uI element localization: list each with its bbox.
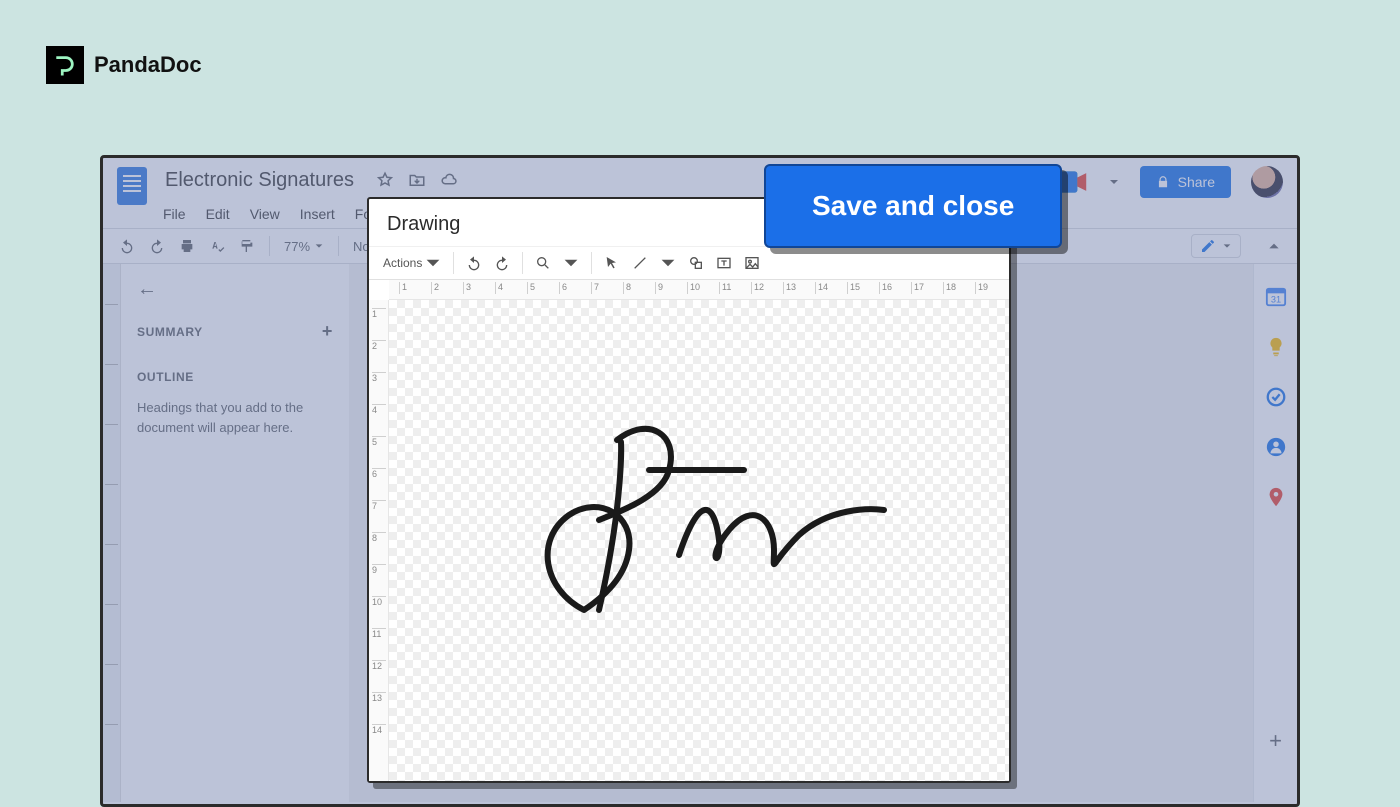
save-and-close-button[interactable]: Save and close xyxy=(764,164,1062,248)
pandadoc-logo: PandaDoc xyxy=(46,46,202,84)
menu-edit[interactable]: Edit xyxy=(206,206,230,222)
shape-tool-icon[interactable] xyxy=(688,255,704,271)
drawing-vertical-ruler: 1234567891011121314 xyxy=(369,300,389,781)
chevron-down-icon[interactable] xyxy=(660,255,676,271)
share-button[interactable]: Share xyxy=(1140,166,1231,198)
cloud-saved-icon[interactable] xyxy=(440,171,458,189)
zoom-dropdown[interactable]: 77% xyxy=(284,239,324,254)
chevron-down-icon[interactable] xyxy=(563,255,579,271)
drawing-horizontal-ruler: 12345678910111213141516171819 xyxy=(389,280,1009,300)
print-icon[interactable] xyxy=(179,238,195,254)
caret-down-icon xyxy=(425,255,441,271)
editing-mode-dropdown[interactable] xyxy=(1191,234,1241,258)
menu-file[interactable]: File xyxy=(163,206,186,222)
image-tool-icon[interactable] xyxy=(744,255,760,271)
menu-view[interactable]: View xyxy=(250,206,280,222)
signature-drawing xyxy=(529,400,889,620)
user-avatar[interactable] xyxy=(1251,166,1283,198)
vertical-ruler xyxy=(103,264,121,802)
star-icon[interactable] xyxy=(376,171,394,189)
keep-icon[interactable] xyxy=(1265,336,1287,358)
drawing-canvas[interactable] xyxy=(389,300,1009,781)
contacts-icon[interactable] xyxy=(1265,436,1287,458)
drawing-dialog: Drawing Actions 123456789101112131415161… xyxy=(367,197,1011,783)
pandadoc-name: PandaDoc xyxy=(94,52,202,78)
document-title[interactable]: Electronic Signatures xyxy=(165,169,354,192)
outline-label: OUTLINE xyxy=(137,370,333,384)
move-folder-icon[interactable] xyxy=(408,171,426,189)
select-tool-icon[interactable] xyxy=(604,255,620,271)
add-summary-icon[interactable]: + xyxy=(322,321,333,342)
title-action-icons xyxy=(376,171,458,189)
chevron-down-icon xyxy=(314,241,324,251)
tasks-icon[interactable] xyxy=(1265,386,1287,408)
pencil-icon xyxy=(1200,238,1216,254)
back-arrow-icon[interactable]: ← xyxy=(137,278,157,301)
outline-empty-text: Headings that you add to the document wi… xyxy=(137,398,333,437)
lock-icon xyxy=(1156,175,1170,189)
menu-insert[interactable]: Insert xyxy=(300,206,335,222)
add-addon-icon[interactable]: + xyxy=(1269,728,1282,754)
pandadoc-mark-icon xyxy=(46,46,84,84)
textbox-tool-icon[interactable] xyxy=(716,255,732,271)
side-panel: 31 + xyxy=(1253,264,1297,802)
zoom-icon[interactable] xyxy=(535,255,551,271)
redo-icon[interactable] xyxy=(149,238,165,254)
collapse-toolbar-icon[interactable] xyxy=(1267,239,1281,253)
google-docs-window: Electronic Signatures Share File Edit Vi… xyxy=(100,155,1300,807)
undo-icon[interactable] xyxy=(119,238,135,254)
undo-icon[interactable] xyxy=(466,255,482,271)
svg-text:31: 31 xyxy=(1270,295,1280,305)
meet-dropdown-icon[interactable] xyxy=(1108,176,1120,188)
redo-icon[interactable] xyxy=(494,255,510,271)
summary-label: SUMMARY xyxy=(137,325,203,339)
drawing-toolbar: Actions xyxy=(369,246,1009,280)
paint-format-icon[interactable] xyxy=(239,238,255,254)
outline-panel: ← SUMMARY + OUTLINE Headings that you ad… xyxy=(121,264,349,802)
docs-app-icon[interactable] xyxy=(117,167,147,205)
chevron-down-icon xyxy=(1222,241,1232,251)
maps-icon[interactable] xyxy=(1265,486,1287,508)
titlebar: Electronic Signatures Share xyxy=(103,158,1297,202)
spellcheck-icon[interactable] xyxy=(209,238,225,254)
line-tool-icon[interactable] xyxy=(632,255,648,271)
actions-dropdown[interactable]: Actions xyxy=(383,255,441,271)
calendar-icon[interactable]: 31 xyxy=(1265,286,1287,308)
